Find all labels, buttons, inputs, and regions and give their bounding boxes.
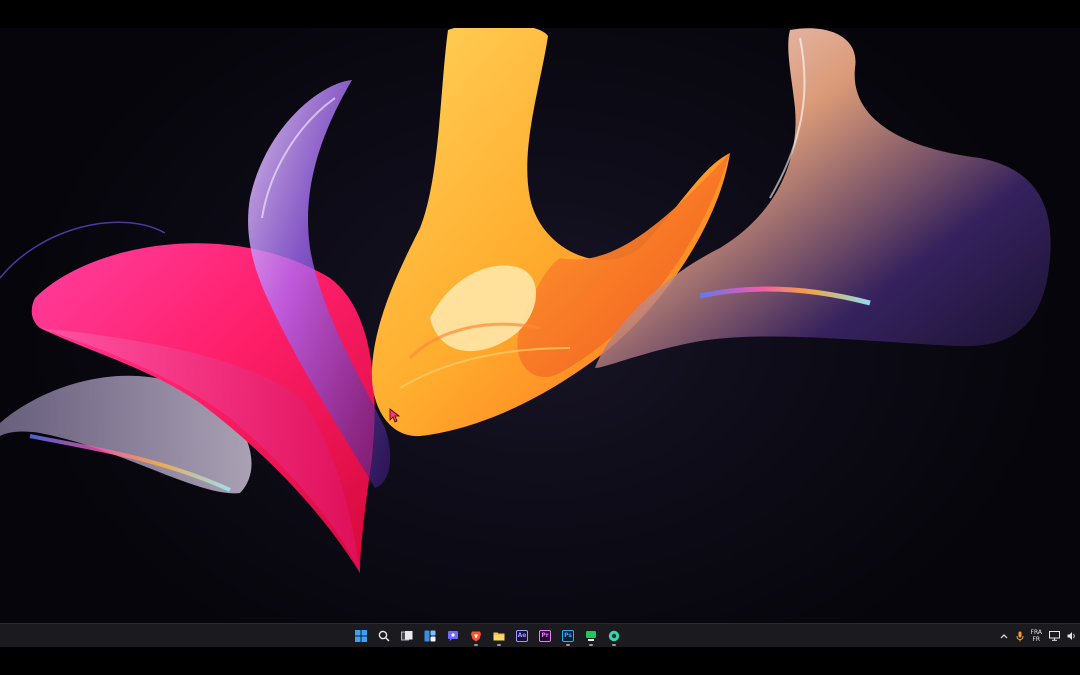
screen-recorder-icon xyxy=(608,630,620,642)
chat-button[interactable] xyxy=(444,625,462,647)
search-icon xyxy=(378,630,390,642)
file-explorer-button[interactable] xyxy=(490,625,508,647)
start-button[interactable] xyxy=(352,625,370,647)
task-view-icon xyxy=(401,631,413,641)
after-effects-icon: Ae xyxy=(516,630,528,642)
keyboard-layout-code: FR xyxy=(1032,636,1041,643)
system-tray: FRA FR xyxy=(999,624,1080,648)
chat-icon xyxy=(448,631,458,642)
after-effects-button[interactable]: Ae xyxy=(513,625,531,647)
microphone-button[interactable] xyxy=(1015,625,1025,647)
brave-browser-icon xyxy=(471,631,481,642)
volume-icon xyxy=(1067,632,1075,640)
premiere-pro-button[interactable]: Pr xyxy=(536,625,554,647)
language-code: FRA xyxy=(1030,629,1042,636)
volume-button[interactable] xyxy=(1066,625,1076,647)
premiere-pro-icon: Pr xyxy=(539,630,551,642)
show-hidden-icons-button[interactable] xyxy=(999,625,1009,647)
app-icon xyxy=(586,631,596,641)
network-icon xyxy=(1048,631,1060,641)
app-button[interactable] xyxy=(582,625,600,647)
taskbar: Ae Pr Ps FRA FR xyxy=(0,623,1080,647)
windows-start-icon xyxy=(355,630,367,642)
letterbox-bar xyxy=(0,647,1080,675)
brave-browser-button[interactable] xyxy=(467,625,485,647)
desktop[interactable] xyxy=(0,28,1080,623)
mouse-cursor-icon xyxy=(389,408,401,423)
photoshop-button[interactable]: Ps xyxy=(559,625,577,647)
widgets-icon xyxy=(424,630,436,642)
photoshop-icon: Ps xyxy=(562,630,574,642)
screen: Ae Pr Ps FRA FR xyxy=(0,0,1080,675)
file-explorer-icon xyxy=(493,632,505,641)
microphone-icon xyxy=(1016,631,1024,641)
network-button[interactable] xyxy=(1048,625,1060,647)
task-view-button[interactable] xyxy=(398,625,416,647)
search-button[interactable] xyxy=(375,625,393,647)
widgets-button[interactable] xyxy=(421,625,439,647)
screen-recorder-button[interactable] xyxy=(605,625,623,647)
taskbar-pinned-apps: Ae Pr Ps xyxy=(352,624,623,648)
abstract-3d-ribbon-wallpaper xyxy=(0,28,1051,573)
chevron-up-icon xyxy=(1000,634,1007,639)
input-language-indicator[interactable]: FRA FR xyxy=(1031,629,1042,643)
